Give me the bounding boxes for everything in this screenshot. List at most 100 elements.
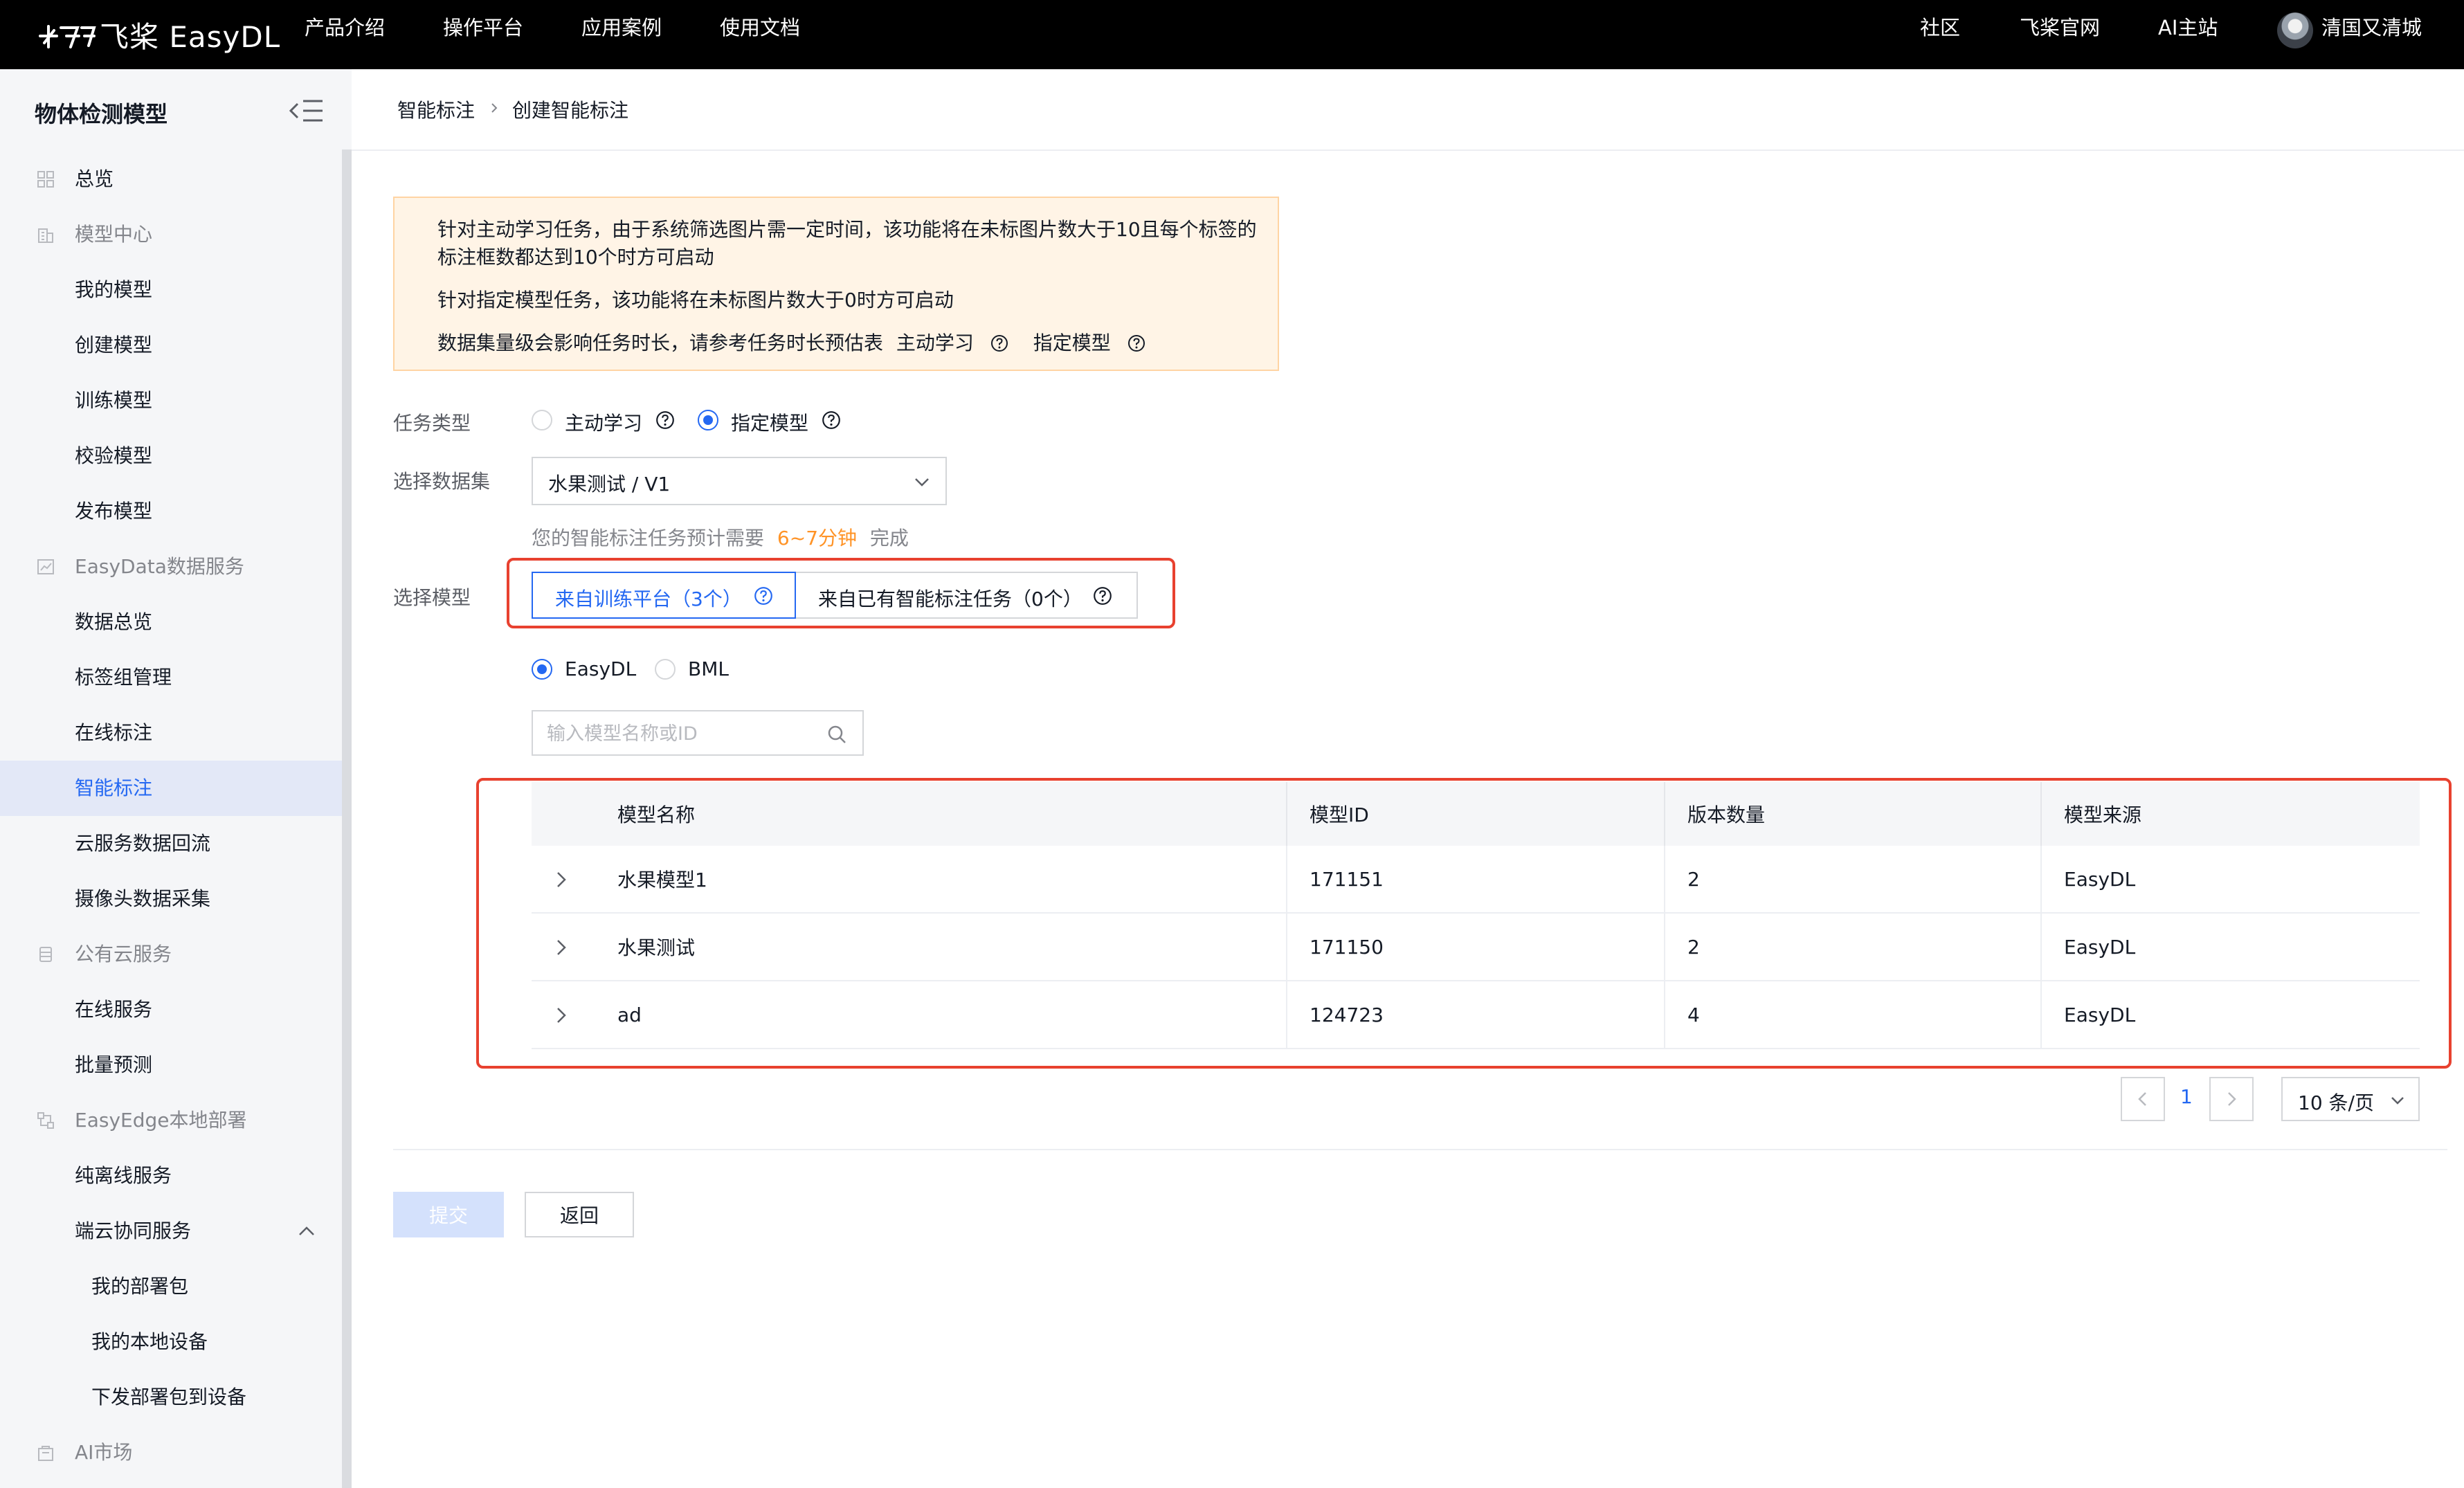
chevron-down-icon	[915, 478, 929, 487]
breadcrumb-parent[interactable]: 智能标注	[397, 96, 475, 123]
nav-ai-main-site[interactable]: AI主站	[2158, 0, 2218, 69]
sidebar-item-camera-collection[interactable]: 摄像头数据采集	[0, 871, 342, 927]
nav-docs[interactable]: 使用文档	[720, 0, 800, 69]
cell-model-source: EasyDL	[2064, 867, 2136, 891]
sidebar-item-edge-cloud-service[interactable]: 端云协同服务	[0, 1204, 342, 1259]
sidebar-item-offline-service[interactable]: 纯离线服务	[0, 1148, 342, 1204]
sidebar-item-create-model[interactable]: 创建模型	[0, 318, 342, 373]
estimate-hint-time: 6~7分钟	[777, 527, 858, 550]
submit-button[interactable]: 提交	[393, 1192, 504, 1237]
collapse-menu-icon[interactable]	[289, 98, 324, 123]
table-row[interactable]: ad 124723 4 EasyDL	[532, 981, 2420, 1049]
sidebar-item-batch-predict[interactable]: 批量预测	[0, 1037, 342, 1093]
sidebar-item-label: 下发部署包到设备	[91, 1386, 247, 1408]
chart-icon	[37, 559, 54, 574]
chevron-right-icon[interactable]	[552, 871, 570, 889]
model-search-input[interactable]	[547, 720, 824, 747]
sidebar-item-online-labeling[interactable]: 在线标注	[0, 705, 342, 761]
prev-page-button[interactable]	[2121, 1077, 2165, 1121]
back-button[interactable]: 返回	[525, 1192, 634, 1237]
question-circle-icon[interactable]	[1092, 586, 1113, 606]
cell-version-count: 4	[1687, 1003, 1700, 1026]
user-name[interactable]: 清国又清城	[2321, 0, 2422, 69]
sidebar-item-validate-model[interactable]: 校验模型	[0, 428, 342, 484]
sidebar-group-model-center[interactable]: 模型中心	[0, 207, 342, 262]
sidebar-item-label: EasyData数据服务	[75, 555, 244, 578]
sidebar-group-ai-market[interactable]: AI市场	[0, 1425, 342, 1480]
model-search	[532, 710, 864, 756]
notice-line-1: 针对主动学习任务，由于系统筛选图片需一定时间，该功能将在未标图片数大于10且每个…	[437, 218, 1257, 241]
chevron-right-icon[interactable]	[552, 1006, 570, 1024]
search-icon[interactable]	[826, 724, 847, 745]
tab-from-existing-tasks[interactable]: 来自已有智能标注任务（0个）	[796, 572, 1138, 619]
notice-line-3: 针对指定模型任务，该功能将在未标图片数大于0时方可启动	[437, 289, 954, 311]
nav-operation-platform[interactable]: 操作平台	[443, 0, 523, 69]
radio-label-bml[interactable]: BML	[688, 657, 729, 680]
column-header-model-name: 模型名称	[617, 804, 696, 826]
radio-label-easydl[interactable]: EasyDL	[565, 657, 636, 680]
dataset-select-value: 水果测试 / V1	[548, 473, 671, 496]
sidebar-scrollbar[interactable]	[342, 149, 352, 1488]
question-circle-icon[interactable]	[655, 410, 676, 430]
sidebar-item-label: 我的模型	[75, 278, 153, 301]
sidebar-item-my-models[interactable]: 我的模型	[0, 262, 342, 318]
sidebar-group-public-cloud[interactable]: 公有云服务	[0, 927, 342, 982]
question-circle-icon[interactable]	[990, 334, 1009, 353]
sidebar-item-publish-model[interactable]: 发布模型	[0, 484, 342, 539]
chevron-left-icon	[2138, 1092, 2146, 1106]
table-row[interactable]: 水果测试 171150 2 EasyDL	[532, 914, 2420, 981]
logo[interactable]: 飞桨 EasyDL	[36, 10, 280, 60]
page-number[interactable]: 1	[2180, 1085, 2193, 1108]
cell-model-source: EasyDL	[2064, 1003, 2136, 1026]
sidebar-item-label: 我的本地设备	[91, 1330, 208, 1353]
database-icon	[39, 947, 52, 962]
cell-model-id: 171150	[1310, 935, 1384, 959]
sidebar-item-dispatch-package[interactable]: 下发部署包到设备	[0, 1370, 342, 1425]
chevron-up-icon[interactable]	[298, 1224, 316, 1238]
sidebar-item-online-service[interactable]: 在线服务	[0, 982, 342, 1037]
model-table: 模型名称 模型ID 版本数量 模型来源 水果模型1 171151 2 EasyD…	[532, 782, 2420, 1049]
sidebar-item-data-overview[interactable]: 数据总览	[0, 595, 342, 650]
nav-community[interactable]: 社区	[1920, 0, 1960, 69]
dataset-select[interactable]: 水果测试 / V1	[532, 457, 947, 505]
radio-bml[interactable]	[655, 659, 676, 680]
table-header-row: 模型名称 模型ID 版本数量 模型来源	[532, 782, 2420, 846]
sidebar-item-cloud-data-backflow[interactable]: 云服务数据回流	[0, 816, 342, 871]
nav-paddle-site[interactable]: 飞桨官网	[2020, 0, 2100, 69]
nav-product-intro[interactable]: 产品介绍	[305, 0, 385, 69]
radio-label-active-learning[interactable]: 主动学习	[565, 408, 642, 436]
tab-from-training-platform[interactable]: 来自训练平台（3个）	[532, 572, 796, 619]
next-page-button[interactable]	[2209, 1077, 2254, 1121]
page-size-value: 10 条/页	[2298, 1091, 2374, 1114]
sidebar-item-label: 创建模型	[75, 334, 153, 356]
sidebar-item-train-model[interactable]: 训练模型	[0, 373, 342, 428]
radio-specified-model[interactable]	[698, 410, 718, 430]
sidebar-item-my-deploy-packages[interactable]: 我的部署包	[0, 1259, 342, 1314]
sidebar-item-label: 在线标注	[75, 721, 153, 744]
radio-easydl[interactable]	[532, 659, 552, 680]
avatar[interactable]	[2277, 12, 2313, 48]
notice-link-specified-model[interactable]: 指定模型	[1033, 332, 1111, 354]
sidebar-group-easydata[interactable]: EasyData数据服务	[0, 539, 342, 595]
building-icon	[38, 228, 53, 243]
chevron-down-icon	[2391, 1097, 2404, 1105]
table-row[interactable]: 水果模型1 171151 2 EasyDL	[532, 846, 2420, 914]
sidebar-item-smart-labeling[interactable]: 智能标注	[0, 761, 342, 816]
radio-label-specified-model[interactable]: 指定模型	[731, 408, 808, 436]
estimate-hint-prefix: 您的智能标注任务预计需要	[532, 527, 765, 550]
nav-use-cases[interactable]: 应用案例	[581, 0, 662, 69]
question-circle-icon[interactable]	[1127, 334, 1146, 353]
chevron-right-icon[interactable]	[552, 938, 570, 956]
question-circle-icon[interactable]	[821, 410, 842, 430]
paddle-logo-icon	[39, 25, 96, 48]
sidebar-item-overview[interactable]: 总览	[0, 152, 342, 207]
notice-link-active-learning[interactable]: 主动学习	[896, 332, 974, 354]
dataset-label: 选择数据集	[393, 470, 491, 493]
grid-icon	[37, 171, 54, 188]
sidebar-group-easyedge[interactable]: EasyEdge本地部署	[0, 1093, 342, 1148]
question-circle-icon[interactable]	[753, 586, 774, 606]
sidebar-item-my-local-devices[interactable]: 我的本地设备	[0, 1314, 342, 1370]
radio-active-learning[interactable]	[532, 410, 552, 430]
page-size-select[interactable]: 10 条/页	[2281, 1077, 2420, 1121]
sidebar-item-label-group-mgmt[interactable]: 标签组管理	[0, 650, 342, 705]
